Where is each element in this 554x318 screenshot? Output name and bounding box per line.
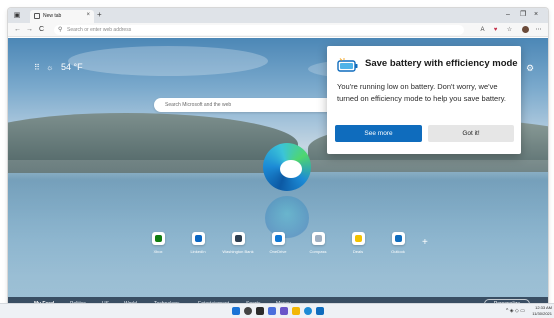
quick-link-label: OneDrive — [269, 249, 287, 254]
file-explorer-icon[interactable] — [292, 307, 300, 315]
tab-close-icon[interactable]: × — [86, 11, 90, 20]
search-placeholder: Search Microsoft and the web — [165, 102, 232, 108]
add-quick-link-button[interactable]: + — [422, 238, 428, 248]
widgets-icon[interactable] — [268, 307, 276, 315]
battery-icon — [337, 58, 358, 72]
back-button[interactable]: ← — [14, 25, 21, 35]
weather-icon[interactable]: ☼ — [46, 63, 53, 73]
quick-link-linkedin[interactable]: LinkedIn — [178, 230, 218, 270]
more-icon[interactable]: ⋯ — [534, 25, 543, 35]
quick-link-label: Xbox — [153, 249, 163, 254]
browser-toolbar: ← → C ⚲ Search or enter web address A ♥ … — [8, 23, 548, 37]
tab-new-tab[interactable]: New tab × — [30, 10, 94, 23]
browser-window: ▣ New tab × + – ❐ × ← → C ⚲ Search or en… — [8, 8, 548, 311]
quick-link-label: Outlook — [391, 249, 405, 254]
xbox-icon — [152, 232, 165, 245]
close-button[interactable]: × — [534, 10, 538, 20]
restore-button[interactable]: ❐ — [520, 10, 526, 20]
compass-icon — [312, 232, 325, 245]
quick-link-deals[interactable]: Deals — [338, 230, 378, 270]
popup-title: Save battery with efficiency mode — [365, 58, 518, 69]
edge-logo-inner — [280, 160, 302, 178]
desktop: ▣ New tab × + – ❐ × ← → C ⚲ Search or en… — [0, 0, 554, 318]
see-more-button[interactable]: See more — [335, 125, 422, 142]
chat-icon[interactable] — [280, 307, 288, 315]
quick-link-label: Compass — [309, 249, 327, 254]
tab-actions-icon[interactable]: ▣ — [12, 11, 22, 20]
address-bar[interactable]: ⚲ Search or enter web address — [54, 25, 464, 35]
system-tray[interactable]: ^ ◈ ◇ ▭ — [506, 308, 525, 315]
onedrive-icon — [272, 232, 285, 245]
quick-link-outlook[interactable]: Outlook — [378, 230, 418, 270]
quick-link-label: Deals — [352, 249, 364, 254]
efficiency-heart-icon[interactable]: ♥ — [491, 25, 500, 35]
taskbar: ^ ◈ ◇ ▭ 12:33 AM 11/30/2021 — [0, 303, 554, 318]
address-placeholder: Search or enter web address — [67, 27, 132, 33]
new-tab-button[interactable]: + — [97, 10, 102, 20]
deals-icon — [352, 232, 365, 245]
efficiency-mode-popup: Save battery with efficiency mode You're… — [327, 46, 521, 154]
page-icon — [34, 13, 40, 19]
store-icon[interactable] — [316, 307, 324, 315]
bank-icon — [232, 232, 245, 245]
taskbar-search-icon[interactable] — [244, 307, 252, 315]
minimize-button[interactable]: – — [506, 10, 510, 20]
linkedin-icon — [192, 232, 205, 245]
background-cloud — [68, 46, 268, 76]
quick-link-label: Washington Bank — [222, 249, 254, 254]
clock[interactable]: 12:33 AM 11/30/2021 — [526, 305, 552, 317]
clock-date: 11/30/2021 — [532, 311, 552, 316]
forward-button[interactable]: → — [26, 25, 33, 35]
tab-title: New tab — [43, 13, 62, 19]
quick-link-label: LinkedIn — [190, 249, 206, 254]
outlook-icon — [392, 232, 405, 245]
got-it-button[interactable]: Got it! — [428, 125, 514, 142]
edge-taskbar-icon[interactable] — [304, 307, 312, 315]
quick-link-washington-bank[interactable]: Washington Bank — [218, 230, 258, 270]
favorites-icon[interactable]: ☆ — [505, 25, 514, 35]
popup-body: You're running low on battery. Don't wor… — [337, 82, 506, 103]
refresh-button[interactable]: C — [39, 25, 44, 35]
app-launcher-icon[interactable]: ⠿ — [34, 63, 40, 73]
profile-avatar[interactable] — [522, 26, 529, 33]
tab-strip: ▣ New tab × + – ❐ × — [8, 8, 548, 23]
temperature[interactable]: 54 °F — [61, 62, 83, 73]
quick-link-onedrive[interactable]: OneDrive — [258, 230, 298, 270]
quick-links: Xbox LinkedIn Washington Bank OneDrive C… — [138, 230, 438, 270]
start-icon[interactable] — [232, 307, 240, 315]
task-view-icon[interactable] — [256, 307, 264, 315]
read-aloud-icon[interactable]: A — [478, 25, 487, 35]
page-settings-icon[interactable]: ⚙ — [526, 63, 534, 73]
quick-link-xbox[interactable]: Xbox — [138, 230, 178, 270]
search-icon: ⚲ — [58, 27, 63, 33]
quick-link-compass[interactable]: Compass — [298, 230, 338, 270]
